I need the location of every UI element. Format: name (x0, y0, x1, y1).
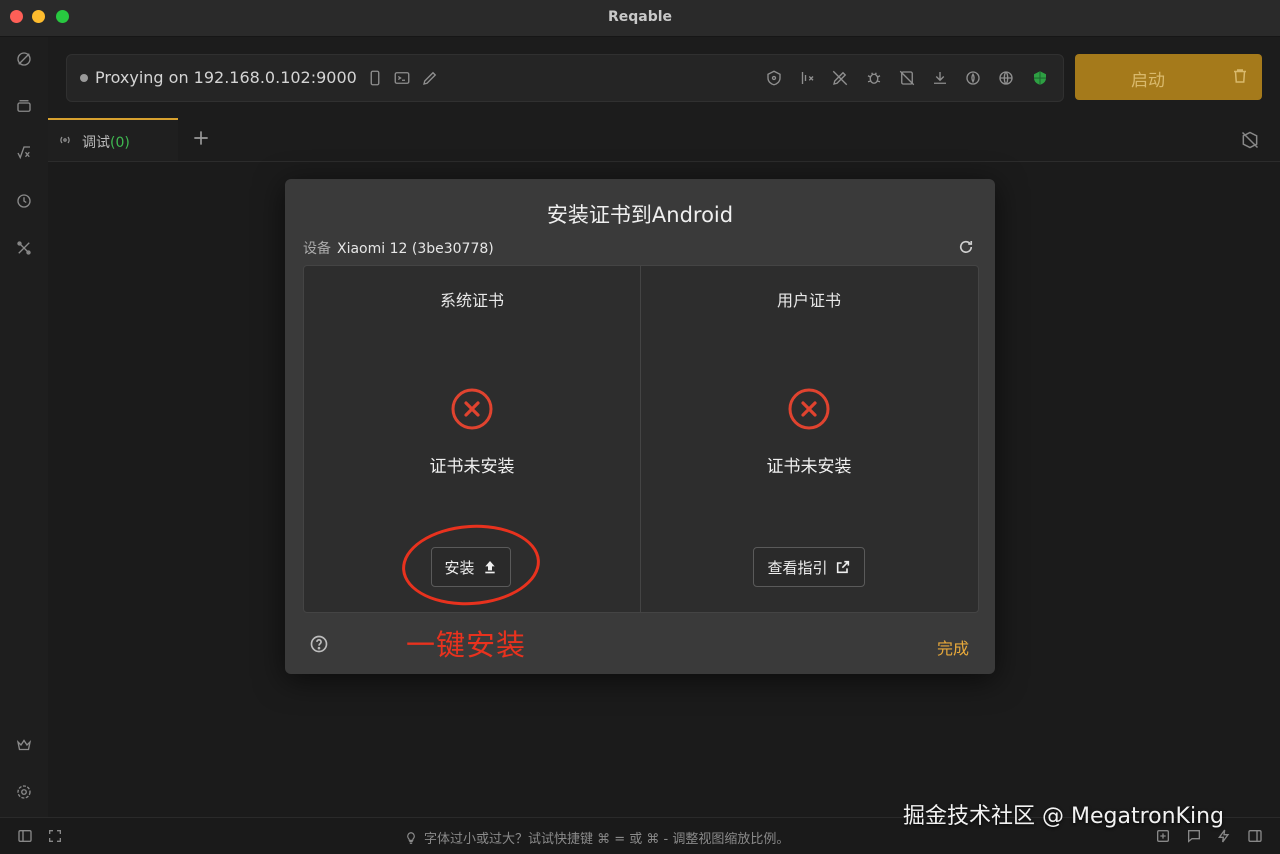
proxy-status-dot (80, 74, 88, 82)
sidebar-toggle-icon[interactable] (17, 828, 33, 844)
rules-icon[interactable] (13, 142, 35, 164)
window-title: Reqable (607, 9, 673, 25)
cube-off-icon[interactable] (1240, 130, 1260, 150)
history-icon[interactable] (13, 190, 35, 212)
lightbulb-icon (407, 831, 415, 844)
globe-icon[interactable] (995, 67, 1017, 89)
error-circle-icon (451, 388, 493, 430)
proxy-status-text: Proxying on 192.168.0.102:9000 (95, 68, 357, 87)
done-button[interactable]: 完成 (937, 635, 969, 659)
user-cert-title: 用户证书 (776, 291, 841, 310)
terminal-icon[interactable] (391, 67, 413, 89)
fullscreen-icon[interactable] (47, 828, 63, 844)
dialog-title: 安装证书到Android (546, 203, 734, 227)
refresh-icon[interactable] (957, 238, 975, 256)
capture-icon[interactable] (13, 48, 35, 70)
tab-debug[interactable]: 调试(0) (48, 118, 178, 161)
proxy-toolbar: Proxying on 192.168.0.102:9000 (66, 54, 1064, 102)
status-hint-text: 字体过小或过大？试试快捷键 ⌘ = 或 ⌘ - 调整视图缩放比例。 (424, 832, 790, 847)
status-hint: 字体过小或过大？试试快捷键 ⌘ = 或 ⌘ - 调整视图缩放比例。 (404, 828, 789, 847)
panel-toggle-icon[interactable] (1247, 828, 1263, 844)
block-icon[interactable] (896, 67, 918, 89)
start-button[interactable]: 启动 (1075, 54, 1262, 100)
add-tab-icon[interactable] (191, 128, 211, 148)
device-name: Xiaomi 12 (3be30778) (337, 241, 494, 257)
user-cert-status: 证书未安装 (766, 457, 852, 477)
device-label: 设备 (303, 241, 331, 257)
tab-debug-title: 调试 (82, 135, 110, 151)
annotation-text: 一键安装 (406, 628, 527, 662)
throttle-icon[interactable] (796, 67, 818, 89)
rewrite-icon[interactable] (829, 67, 851, 89)
crown-icon[interactable] (13, 734, 35, 756)
tab-debug-label: 调试(0) (82, 132, 130, 152)
download-icon[interactable] (929, 67, 951, 89)
view-guide-label: 查看指引 (767, 558, 828, 577)
gear-icon[interactable] (13, 781, 35, 803)
trash-icon[interactable] (1231, 67, 1249, 85)
feedback-icon[interactable] (1186, 828, 1202, 844)
collections-icon[interactable] (13, 95, 35, 117)
help-icon[interactable] (309, 634, 329, 654)
edit-icon[interactable] (419, 67, 441, 89)
start-label: 启动 (1131, 71, 1165, 91)
bolt-icon[interactable] (1216, 828, 1232, 844)
system-cert-status: 证书未安装 (429, 457, 515, 477)
watermark: 掘金技术社区 @ MegatronKing (903, 804, 1224, 829)
external-link-icon (836, 560, 849, 574)
install-cert-dialog: 安装证书到Android 设备 Xiaomi 12 (3be30778) 系统证书… (285, 179, 995, 674)
view-guide-button[interactable]: 查看指引 (753, 547, 865, 587)
window-titlebar: Reqable (0, 0, 1280, 37)
breakpoint-bug-icon[interactable] (863, 67, 885, 89)
user-cert-panel: 用户证书 证书未安装 查看指引 (641, 266, 977, 612)
system-cert-title: 系统证书 (439, 291, 504, 310)
ssl-shield-icon[interactable] (763, 67, 785, 89)
certificate-shield-icon[interactable] (1029, 67, 1051, 89)
new-window-icon[interactable] (1155, 828, 1171, 844)
error-circle-icon (788, 388, 830, 430)
sidebar (0, 37, 48, 817)
broadcast-icon (60, 136, 70, 144)
device-row: 设备 Xiaomi 12 (3be30778) (303, 238, 494, 258)
tab-bar: 调试(0) (48, 118, 1280, 162)
tools-icon[interactable] (13, 237, 35, 259)
mobile-icon[interactable] (364, 67, 386, 89)
script-icon[interactable] (962, 67, 984, 89)
tab-debug-count: (0) (110, 135, 130, 151)
